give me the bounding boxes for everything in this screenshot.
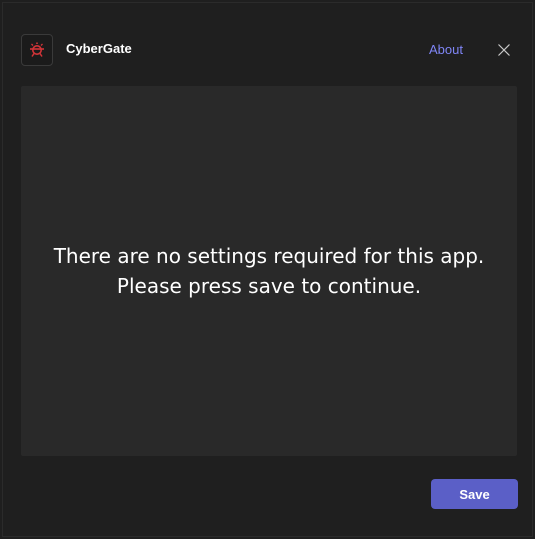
app-name: CyberGate <box>66 41 132 56</box>
app-logo <box>21 34 53 66</box>
close-button[interactable] <box>493 39 515 61</box>
cybergate-logo-icon <box>30 42 44 57</box>
about-link[interactable]: About <box>429 42 463 58</box>
dialog-header: CyberGate About <box>3 3 532 93</box>
close-icon <box>498 44 510 56</box>
save-button[interactable]: Save <box>431 479 518 509</box>
settings-content-panel: There are no settings required for this … <box>21 86 517 456</box>
no-settings-message: There are no settings required for this … <box>53 244 485 298</box>
app-settings-dialog: CyberGate About There are no settings re… <box>2 2 533 537</box>
